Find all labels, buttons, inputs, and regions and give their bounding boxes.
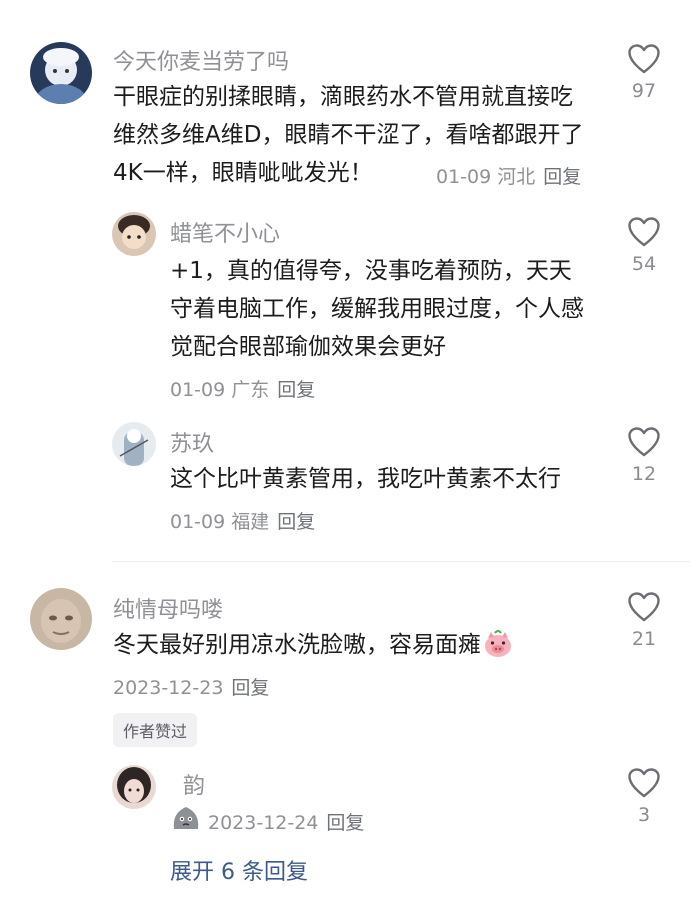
heart-icon [628, 427, 660, 457]
reply-button[interactable]: 回复 [326, 812, 364, 834]
comment-date: 2023-12-23 [113, 677, 224, 699]
heart-icon [628, 768, 660, 798]
reply-button[interactable]: 回复 [231, 677, 269, 699]
like-count: 12 [631, 463, 657, 485]
reply-text: 这个比叶黄素管用，我吃叶黄素不太行 [170, 466, 561, 492]
reply-meta: 2023-12-24 回复 [208, 808, 364, 835]
like-count: 97 [631, 80, 657, 102]
avatar[interactable] [30, 42, 92, 104]
avatar[interactable] [30, 588, 92, 650]
comment-divider [112, 561, 690, 562]
comment-text: 冬天最好别用凉水洗脸嗷，容易面瘫 [113, 632, 481, 658]
like-button[interactable]: 21 [614, 592, 674, 650]
like-button[interactable]: 97 [614, 44, 674, 102]
comment-username[interactable]: 今天你麦当劳了吗 [113, 44, 289, 76]
reply-button[interactable]: 回复 [277, 379, 315, 401]
avatar[interactable] [112, 422, 156, 466]
comment-text-row: 冬天最好别用凉水洗脸嗷，容易面瘫 [113, 626, 591, 670]
author-liked-badge: 作者赞过 [113, 713, 198, 747]
like-count: 3 [637, 804, 651, 826]
expand-replies-button[interactable]: 展开 6 条回复 [170, 854, 308, 886]
comment-username[interactable]: 纯情母吗喽 [113, 592, 223, 624]
reply-meta: 01-09 福建 回复 [170, 507, 315, 534]
reply-date-location: 01-09 广东 [170, 379, 270, 401]
reply-username[interactable]: 苏玖 [170, 426, 214, 458]
like-button[interactable]: 3 [614, 768, 674, 826]
like-count: 54 [631, 253, 657, 275]
comment-meta: 01-09 河北 回复 [436, 162, 581, 189]
like-button[interactable]: 54 [614, 217, 674, 275]
reply-button[interactable]: 回复 [277, 511, 315, 533]
avatar[interactable] [112, 765, 156, 809]
heart-icon [628, 44, 660, 74]
heart-icon [628, 592, 660, 622]
comment-meta: 2023-12-23 回复 [113, 673, 269, 700]
reply-text: +1，真的值得夸，没事吃着预防，天天守着电脑工作，缓解我用眼过度，个人感觉配合眼… [170, 258, 584, 360]
pig-face-emoji-icon [483, 630, 513, 670]
avatar[interactable] [112, 212, 156, 256]
grey-blob-sticker-icon [170, 803, 202, 837]
reply-username[interactable]: 韵 [183, 768, 205, 800]
reply-date: 2023-12-24 [208, 812, 319, 834]
like-count: 21 [631, 628, 657, 650]
like-button[interactable]: 12 [614, 427, 674, 485]
reply-button[interactable]: 回复 [543, 166, 581, 188]
comment-date-location: 01-09 河北 [436, 166, 536, 188]
heart-icon [628, 217, 660, 247]
reply-username[interactable]: 蜡笔不小心 [170, 216, 280, 248]
reply-meta: 01-09 广东 回复 [170, 375, 315, 402]
reply-date-location: 01-09 福建 [170, 511, 270, 533]
